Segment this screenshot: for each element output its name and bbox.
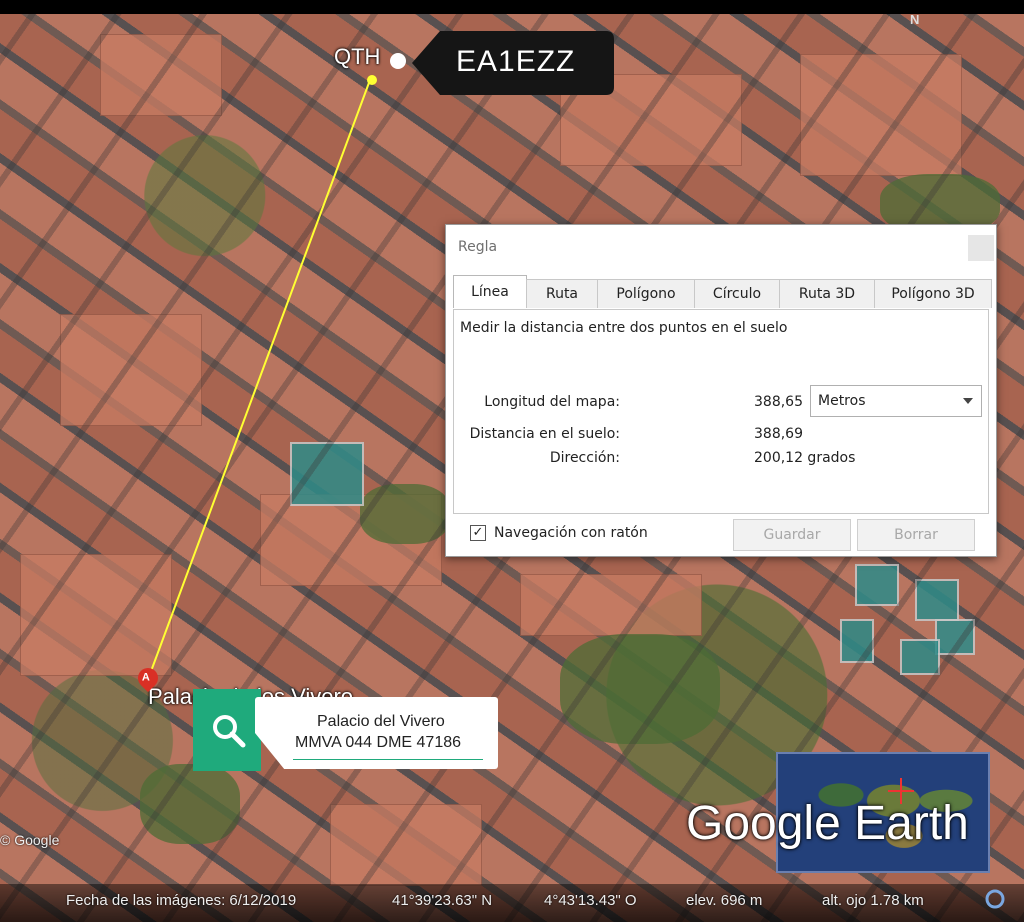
heading-value: 200,12 grados [754,450,856,466]
pin-letter: A [141,671,150,684]
mouse-nav-checkbox[interactable]: ✓ [470,525,486,541]
search-result-subtitle: MMVA 044 DME 47186 [295,734,462,751]
mouse-nav-label[interactable]: Navegación con ratón [494,525,648,541]
description: Medir la distancia entre dos puntos en e… [460,320,788,336]
copyright-label: © Google [0,832,60,848]
unit-select[interactable]: Metros [810,385,982,417]
search-result-title: Palacio del Vivero [317,713,445,730]
save-button[interactable]: Guardar [733,519,851,551]
callsign-tag: EA1EZZ [412,31,614,95]
google-earth-logo: Google Earth [686,797,969,850]
status-bar: Fecha de las imágenes: 6/12/2019 41°39'2… [0,884,1024,922]
qth-marker[interactable] [390,53,406,69]
imagery-date: Fecha de las imágenes: 6/12/2019 [66,892,297,909]
callsign-text: EA1EZZ [456,45,576,78]
tab-ruta-3d[interactable]: Ruta 3D [779,279,875,308]
close-button[interactable] [968,235,994,261]
unit-select-value: Metros [818,393,866,409]
ruler-dialog: Regla Línea Ruta Polígono Círculo Ruta 3… [445,224,997,557]
search-underline [293,759,483,760]
tab-poligono[interactable]: Polígono [597,279,695,308]
tab-poligono-3d[interactable]: Polígono 3D [874,279,992,308]
ruler-tabs: Línea Ruta Polígono Círculo Ruta 3D Polí… [453,275,992,309]
qth-label: QTH [334,44,381,69]
map-length-value: 388,65 [754,394,803,410]
north-indicator: N [910,12,920,27]
longitude: 4°43'13.43" O [544,892,637,909]
latitude: 41°39'23.63" N [392,892,493,909]
map-length-label: Longitud del mapa: [484,394,620,410]
tab-linea[interactable]: Línea [453,275,527,308]
measurement-line [149,79,371,675]
chevron-down-icon [963,398,973,404]
eye-altitude: alt. ojo 1.78 km [822,892,924,909]
ground-distance-value: 388,69 [754,426,803,442]
linea-panel: Medir la distancia entre dos puntos en e… [453,309,989,514]
tab-ruta[interactable]: Ruta [526,279,598,308]
dialog-title: Regla [458,239,498,255]
clear-button[interactable]: Borrar [857,519,975,551]
heading-label: Dirección: [549,450,620,466]
ground-distance-label: Distancia en el suelo: [469,426,620,442]
search-icon [213,715,246,748]
line-start-handle [367,75,377,85]
streaming-icon [985,889,1005,909]
search-result-card[interactable]: Palacio del Vivero MMVA 044 DME 47186 [193,689,498,771]
elevation: elev. 696 m [686,892,763,909]
tab-circulo[interactable]: Círculo [694,279,780,308]
